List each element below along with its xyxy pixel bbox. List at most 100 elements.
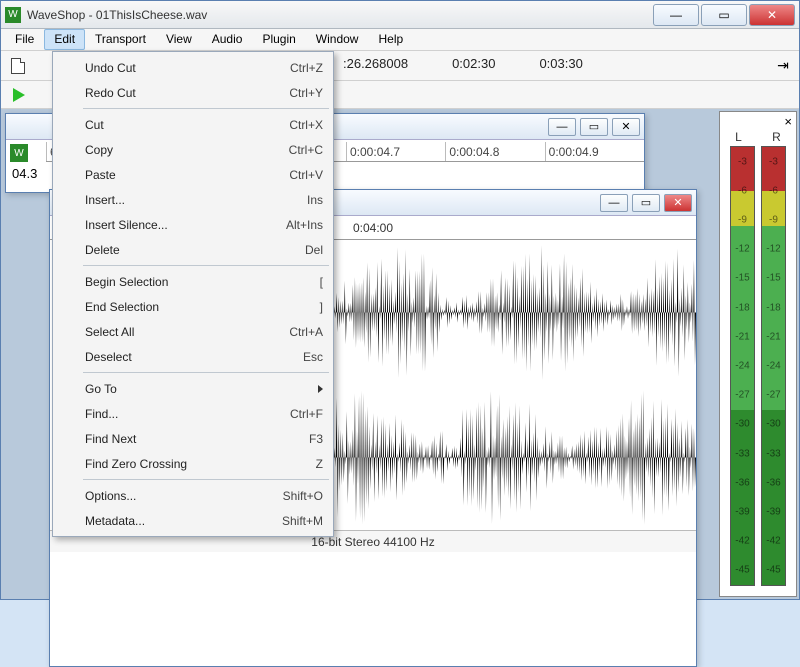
meter-tick: -3: [762, 156, 785, 167]
meter-tick: -21: [762, 331, 785, 342]
menu-shortcut: Esc: [303, 350, 323, 364]
ruler-center-label: 0:04:00: [353, 221, 393, 235]
menu-item-find-[interactable]: Find... Ctrl+F: [55, 401, 331, 426]
close-button[interactable]: ✕: [749, 4, 795, 26]
menu-item-label: Delete: [85, 243, 120, 257]
meter-left[interactable]: -3-6-9-12-15-18-21-24-27-30-33-36-39-42-…: [730, 146, 755, 586]
minimize-button[interactable]: —: [653, 4, 699, 26]
maximize-button[interactable]: ▭: [701, 4, 747, 26]
menu-separator: [83, 372, 329, 373]
meter-tick: -42: [762, 536, 785, 547]
app-icon: W: [5, 7, 21, 23]
meter-close-button[interactable]: ×: [784, 114, 792, 129]
menu-item-begin-selection[interactable]: Begin Selection [: [55, 269, 331, 294]
menu-view[interactable]: View: [156, 29, 202, 50]
menubar: File Edit Transport View Audio Plugin Wi…: [1, 29, 799, 51]
ruler-tick: 0:00:04.9: [545, 142, 644, 161]
menu-shortcut: [: [320, 275, 323, 289]
ruler-tick: 0:00:04.7: [346, 142, 445, 161]
time-field-3[interactable]: 0:03:30: [521, 56, 600, 76]
menu-item-label: Begin Selection: [85, 275, 168, 289]
menu-edit[interactable]: Edit: [44, 29, 85, 50]
menu-item-label: Deselect: [85, 350, 132, 364]
menu-item-metadata-[interactable]: Metadata...Shift+M: [55, 508, 331, 533]
ruler-tick: 0:00:04.8: [445, 142, 544, 161]
doc1-minimize-button[interactable]: —: [548, 118, 576, 136]
menu-item-undo-cut[interactable]: Undo CutCtrl+Z: [55, 55, 331, 80]
meter-tick: -24: [762, 361, 785, 372]
menu-shortcut: Ctrl+F: [290, 407, 323, 421]
meter-tick: -24: [731, 361, 754, 372]
menu-item-delete[interactable]: Delete Del: [55, 237, 331, 262]
menu-window[interactable]: Window: [306, 29, 369, 50]
meter-tick: -45: [731, 565, 754, 576]
doc1-maximize-button[interactable]: ▭: [580, 118, 608, 136]
time-field-2[interactable]: 0:02:30: [434, 56, 513, 76]
menu-item-copy[interactable]: CopyCtrl+C: [55, 137, 331, 162]
meter-tick: -9: [731, 214, 754, 225]
menu-item-find-next[interactable]: Find NextF3: [55, 426, 331, 451]
menu-item-redo-cut[interactable]: Redo CutCtrl+Y: [55, 80, 331, 105]
menu-shortcut: Del: [305, 243, 323, 257]
menu-item-label: Find Next: [85, 432, 136, 446]
new-file-button[interactable]: [7, 55, 29, 77]
menu-help[interactable]: Help: [368, 29, 413, 50]
menu-shortcut: Ctrl+A: [289, 325, 323, 339]
time-field-1[interactable]: :26.268008: [325, 56, 426, 76]
menu-item-label: Copy: [85, 143, 113, 157]
menu-shortcut: Z: [316, 457, 323, 471]
meter-tick: -33: [762, 448, 785, 459]
submenu-arrow-icon: [318, 385, 323, 393]
menu-item-options-[interactable]: Options... Shift+O: [55, 483, 331, 508]
menu-item-label: Paste: [85, 168, 116, 182]
menu-item-paste[interactable]: Paste Ctrl+V: [55, 162, 331, 187]
menu-item-label: Select All: [85, 325, 134, 339]
go-to-end-button[interactable]: ⇥: [771, 55, 793, 77]
play-button[interactable]: [13, 88, 25, 102]
menu-item-deselect[interactable]: Deselect Esc: [55, 344, 331, 369]
menu-shortcut: Shift+O: [283, 489, 323, 503]
menu-item-label: Go To: [85, 382, 117, 396]
waveshop-badge-icon: W: [10, 144, 28, 162]
meter-tick: -18: [762, 302, 785, 313]
meter-tick: -27: [762, 390, 785, 401]
menu-item-label: Undo Cut: [85, 61, 136, 75]
meter-tick: -36: [762, 477, 785, 488]
menu-item-insert-silence-[interactable]: Insert Silence... Alt+Ins: [55, 212, 331, 237]
meter-tick: -6: [762, 185, 785, 196]
doc1-freq-label: 04.3: [12, 166, 37, 181]
menu-item-label: Options...: [85, 489, 136, 503]
meter-right[interactable]: -3-6-9-12-15-18-21-24-27-30-33-36-39-42-…: [761, 146, 786, 586]
menu-item-find-zero-crossing[interactable]: Find Zero Crossing Z: [55, 451, 331, 476]
meters: -3-6-9-12-15-18-21-24-27-30-33-36-39-42-…: [720, 144, 796, 588]
menu-item-label: Find...: [85, 407, 118, 421]
menu-shortcut: Ctrl+Y: [289, 86, 323, 100]
menu-item-insert-[interactable]: Insert...Ins: [55, 187, 331, 212]
meter-label-r: R: [772, 130, 781, 144]
titlebar: W WaveShop - 01ThisIsCheese.wav — ▭ ✕: [1, 1, 799, 29]
menu-item-cut[interactable]: CutCtrl+X: [55, 112, 331, 137]
window-controls: — ▭ ✕: [651, 4, 795, 26]
meter-tick: -12: [762, 244, 785, 255]
doc2-maximize-button[interactable]: ▭: [632, 194, 660, 212]
menu-separator: [83, 108, 329, 109]
menu-shortcut: Alt+Ins: [286, 218, 323, 232]
menu-shortcut: Ctrl+V: [289, 168, 323, 182]
menu-transport[interactable]: Transport: [85, 29, 156, 50]
menu-file[interactable]: File: [5, 29, 44, 50]
menu-item-select-all[interactable]: Select All Ctrl+A: [55, 319, 331, 344]
window-title: WaveShop - 01ThisIsCheese.wav: [27, 8, 651, 22]
meter-tick: -12: [731, 244, 754, 255]
menu-item-label: Find Zero Crossing: [85, 457, 187, 471]
menu-item-label: Insert Silence...: [85, 218, 168, 232]
doc2-close-button[interactable]: ✕: [664, 194, 692, 212]
menu-plugin[interactable]: Plugin: [252, 29, 305, 50]
doc2-minimize-button[interactable]: —: [600, 194, 628, 212]
menu-item-go-to[interactable]: Go To: [55, 376, 331, 401]
doc1-close-button[interactable]: ✕: [612, 118, 640, 136]
menu-item-label: End Selection: [85, 300, 159, 314]
menu-audio[interactable]: Audio: [202, 29, 253, 50]
menu-item-end-selection[interactable]: End Selection]: [55, 294, 331, 319]
meter-tick: -30: [762, 419, 785, 430]
menu-separator: [83, 265, 329, 266]
